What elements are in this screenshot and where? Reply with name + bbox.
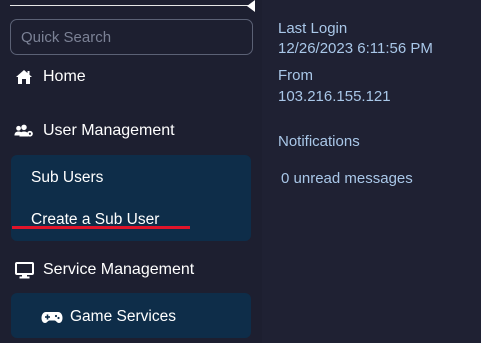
gamepad-icon: [41, 307, 63, 327]
sidebar-item-service-management[interactable]: Service Management: [14, 260, 194, 280]
collapse-sidebar-icon[interactable]: [247, 0, 255, 12]
submenu-item-label: Game Services: [70, 308, 176, 325]
sidebar-item-home[interactable]: Home: [14, 67, 86, 87]
monitor-icon: [14, 260, 34, 280]
quick-search-input[interactable]: [10, 19, 253, 55]
notifications-count[interactable]: 0 unread messages: [281, 170, 413, 187]
from-label: From: [278, 67, 313, 84]
sidebar-item-label: Home: [43, 68, 86, 85]
highlight-underline: [12, 226, 190, 229]
submenu-item-game-services[interactable]: Game Services: [41, 307, 176, 327]
last-login-label: Last Login: [278, 20, 348, 37]
submenu-item-sub-users[interactable]: Sub Users: [31, 169, 103, 187]
from-ip-value: 103.216.155.121: [278, 88, 391, 105]
sidebar-item-user-management[interactable]: User Management: [14, 121, 175, 141]
home-icon: [14, 67, 34, 87]
users-gear-icon: [14, 121, 34, 141]
sidebar-item-label: User Management: [43, 122, 175, 139]
sidebar-item-label: Service Management: [43, 261, 195, 278]
sidebar: Home User Management Sub Users Create a …: [0, 0, 262, 343]
notifications-label: Notifications: [278, 133, 360, 150]
sidebar-top-divider: [10, 5, 250, 6]
last-login-value: 12/26/2023 6:11:56 PM: [278, 40, 433, 57]
